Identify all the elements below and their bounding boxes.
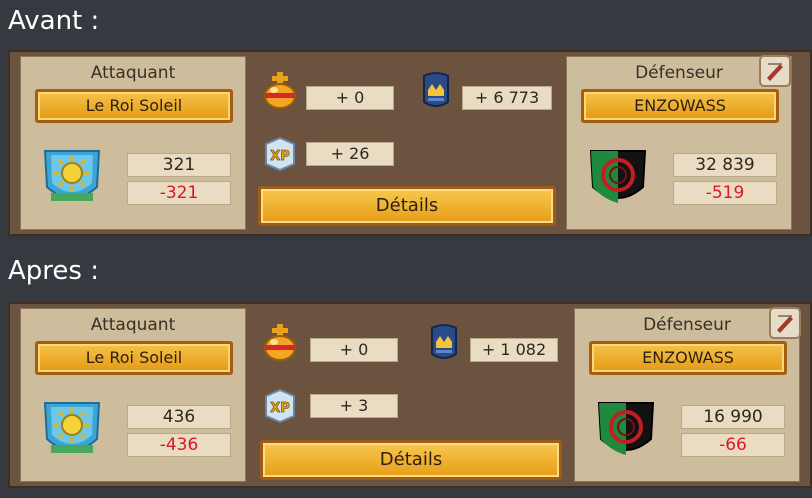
guild-gain: + 6 773 [462,86,552,110]
guild-gain: + 1 082 [470,338,558,362]
xp-box-icon: XP [265,136,295,172]
red-ring-shield-icon [589,150,647,203]
guild-banner-icon [431,324,457,359]
attacker-title: Attaquant [90,63,176,83]
attacker-score: 321 [127,153,231,177]
attacker-score: 436 [127,405,231,429]
defender-name-button[interactable]: ENZOWASS [581,89,779,123]
before-fight-panel: Attaquant Le Roi Soleil 321 -321 + 0 + 6… [8,50,812,236]
orb-gain: + 0 [306,86,394,110]
sun-shield-icon [43,150,101,201]
defender-score: 16 990 [681,405,785,429]
after-heading: Apres : [8,256,99,286]
orb-gain: + 0 [310,338,398,362]
guild-banner-icon [423,72,449,107]
scroll-icon[interactable] [768,306,802,340]
golden-orb-icon [264,324,296,361]
details-button[interactable]: Détails [260,440,562,480]
attacker-name-button[interactable]: Le Roi Soleil [35,341,233,375]
defender-name-button[interactable]: ENZOWASS [589,341,787,375]
xp-gain: + 26 [306,142,394,166]
xp-gain: + 3 [310,394,398,418]
defender-score-change: -519 [673,181,777,205]
defender-score: 32 839 [673,153,777,177]
svg-text:XP: XP [270,401,290,416]
details-button[interactable]: Détails [258,186,556,226]
after-defender-card: Défenseur ENZOWASS 16 990 -66 [574,308,800,482]
sun-shield-icon [43,402,101,453]
defender-score-change: -66 [681,433,785,457]
golden-orb-icon [264,72,296,109]
before-heading: Avant : [8,6,100,36]
after-attacker-card: Attaquant Le Roi Soleil 436 -436 [20,308,246,482]
red-ring-shield-icon [597,402,655,455]
after-center-stats: + 0 + 1 082 XP + 3 Détails [250,308,570,482]
after-fight-panel: Attaquant Le Roi Soleil 436 -436 + 0 + 1… [8,302,812,488]
defender-title: Défenseur [643,315,731,335]
attacker-title: Attaquant [90,315,176,335]
attacker-score-change: -436 [127,433,231,457]
attacker-score-change: -321 [127,181,231,205]
before-attacker-card: Attaquant Le Roi Soleil 321 -321 [20,56,246,230]
attacker-name-button[interactable]: Le Roi Soleil [35,89,233,123]
svg-text:XP: XP [270,149,290,164]
xp-box-icon: XP [265,388,295,424]
scroll-icon[interactable] [758,54,792,88]
before-center-stats: + 0 + 6 773 XP + 26 Détails [250,56,570,230]
